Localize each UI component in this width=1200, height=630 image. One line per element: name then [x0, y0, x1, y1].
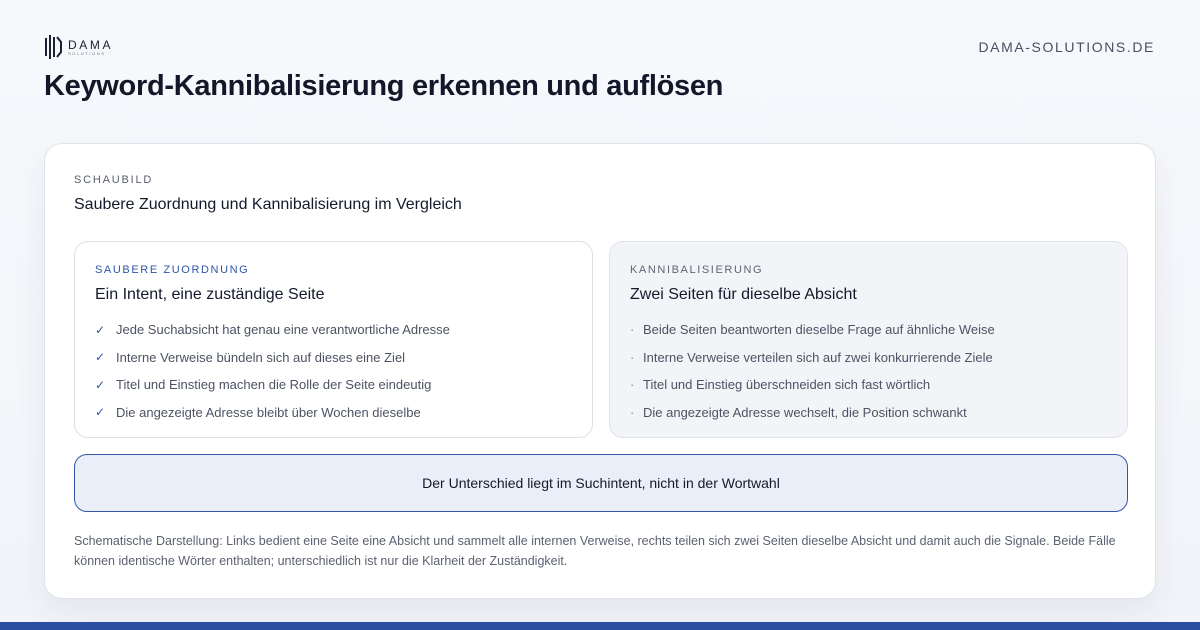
figure-title: Saubere Zuordnung und Kannibalisierung i…: [74, 196, 462, 213]
clean-mapping-label: SAUBERE ZUORDNUNG: [95, 264, 250, 276]
figure-footnote: Schematische Darstellung: Links bedient …: [74, 534, 1116, 568]
cannibalization-panel: KANNIBALISIERUNG Zwei Seiten für dieselb…: [609, 241, 1128, 438]
list-item-text: Interne Verweise verteilen sich auf zwei…: [643, 349, 993, 365]
checkmark-icon: ✓: [95, 405, 106, 420]
list-item-text: Die angezeigte Adresse bleibt über Woche…: [116, 404, 421, 420]
logo[interactable]: DAMA SOLUTIONS: [44, 34, 113, 60]
list-item-text: Interne Verweise bündeln sich auf dieses…: [116, 349, 406, 365]
list-item: ✓ Titel und Einstieg machen die Rolle der…: [95, 371, 450, 399]
bottom-accent-bar: [0, 622, 1200, 630]
list-item: ✓ Jede Suchabsicht hat genau eine verantw…: [95, 316, 450, 344]
checkmark-icon: ✓: [95, 322, 106, 337]
list-item-text: Die angezeigte Adresse wechselt, die Pos…: [643, 404, 967, 420]
bullet-dot-icon: ·: [630, 349, 635, 365]
list-item: · Die angezeigte Adresse wechselt, die Po…: [630, 399, 995, 427]
clean-mapping-list: ✓ Jede Suchabsicht hat genau eine verantw…: [95, 316, 450, 426]
list-item: ✓ Interne Verweise bündeln sich auf diese…: [95, 344, 450, 372]
list-item-text: Beide Seiten beantworten dieselbe Frage …: [643, 322, 995, 338]
bullet-dot-icon: ·: [630, 404, 635, 420]
key-difference-callout: Der Unterschied liegt im Suchintent, nic…: [74, 454, 1128, 512]
list-item-text: Jede Suchabsicht hat genau eine verantwo…: [116, 322, 450, 338]
list-item-text: Titel und Einstieg überschneiden sich fa…: [643, 377, 931, 393]
site-domain[interactable]: DAMA-SOLUTIONS.DE: [978, 39, 1155, 55]
list-item: · Interne Verweise verteilen sich auf zwe…: [630, 344, 995, 372]
figure-card: SCHAUBILD Saubere Zuordnung und Kannibal…: [44, 143, 1156, 599]
bullet-dot-icon: ·: [630, 377, 635, 393]
logo-wordmark: DAMA: [68, 37, 114, 52]
page-title: Keyword-Kannibalisierung erkennen und au…: [44, 70, 724, 102]
list-item: · Beide Seiten beantworten dieselbe Frage…: [630, 316, 995, 344]
clean-mapping-panel: SAUBERE ZUORDNUNG Ein Intent, eine zustä…: [74, 241, 593, 438]
list-item: · Titel und Einstieg überschneiden sich f…: [630, 371, 995, 399]
cannibalization-label: KANNIBALISIERUNG: [630, 264, 764, 276]
list-item: ✓ Die angezeigte Adresse bleibt über Woch…: [95, 399, 450, 427]
header: DAMA SOLUTIONS DAMA-SOLUTIONS.DE: [44, 33, 1155, 61]
cannibalization-list: · Beide Seiten beantworten dieselbe Frage…: [630, 316, 995, 426]
logo-subline: SOLUTIONS: [68, 50, 106, 56]
clean-mapping-heading: Ein Intent, eine zuständige Seite: [95, 286, 325, 303]
checkmark-icon: ✓: [95, 377, 106, 392]
bullet-dot-icon: ·: [630, 322, 635, 338]
figure-eyebrow: SCHAUBILD: [74, 174, 154, 186]
dama-logo-icon: [45, 35, 62, 59]
cannibalization-heading: Zwei Seiten für dieselbe Absicht: [630, 286, 857, 303]
checkmark-icon: ✓: [95, 350, 106, 365]
list-item-text: Titel und Einstieg machen die Rolle der …: [116, 377, 432, 393]
